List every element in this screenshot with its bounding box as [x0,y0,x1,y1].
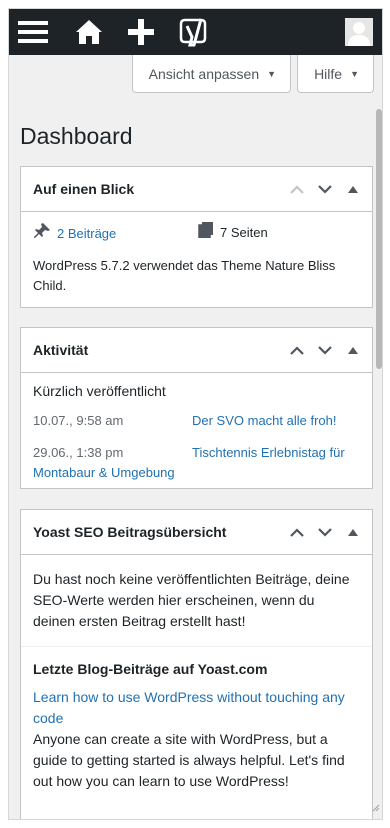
resize-grip-icon[interactable] [370,799,380,817]
collapse-toggle-icon[interactable] [340,337,366,363]
yoast-notice-text: Du hast noch keine veröffentlichten Beit… [21,555,372,647]
home-icon[interactable] [71,9,107,55]
posts-count-link[interactable]: 2 Beiträge [33,222,116,246]
screen-options-button[interactable]: Ansicht anpassen ▼ [131,55,292,93]
blog-post-excerpt: Anyone can create a site with WordPress,… [33,731,345,789]
yoast-icon[interactable] [175,9,211,55]
move-up-icon[interactable] [284,337,310,363]
pin-icon [33,222,51,246]
widget-controls [284,510,366,554]
posts-count: 2 Beiträge [57,226,117,241]
move-up-icon[interactable] [284,519,310,545]
browser-viewport: Ansicht anpassen ▼ Hilfe ▼ Dashboard Auf… [8,8,383,820]
collapse-toggle-icon[interactable] [340,519,366,545]
move-down-icon[interactable] [312,176,338,202]
page-title: Dashboard [20,123,133,149]
glance-counts: 2 Beiträge 7 Seiten [33,212,360,252]
widget-header: Auf einen Blick [21,167,372,212]
list-item: 10.07., 9:58 am Der SVO macht alle froh! [33,411,360,435]
screen-meta-links: Ansicht anpassen ▼ Hilfe ▼ [131,55,374,93]
post-date: 29.06., 1:38 pm [33,445,124,460]
widget-header: Yoast SEO Beitragsübersicht [21,510,372,555]
avatar-icon[interactable] [344,9,374,55]
yoast-widget: Yoast SEO Beitragsübersicht Du hast noch… [20,509,373,819]
glance-widget: Auf einen Blick 2 Beiträge 7 Seiten Word… [20,166,373,308]
collapse-toggle-icon[interactable] [340,176,366,202]
pages-count-link[interactable]: 7 Seiten [198,222,268,244]
list-item: 29.06., 1:38 pm Tischtennis Erlebnistag … [33,443,360,483]
widget-header: Aktivität [21,328,372,373]
post-date: 10.07., 9:58 am [33,413,124,428]
widget-title: Aktivität [33,342,89,358]
menu-icon[interactable] [15,9,51,55]
activity-heading: Kürzlich veröffentlicht [33,383,166,399]
blog-posts-heading: Letzte Blog-Beiträge auf Yoast.com [33,661,268,677]
blog-post-link[interactable]: Learn how to use WordPress without touch… [21,683,372,729]
pages-icon [198,222,214,244]
wordpress-version-text: WordPress 5.7.2 verwendet das Theme Natu… [33,258,336,293]
widget-controls [284,328,366,372]
move-down-icon[interactable] [312,337,338,363]
widget-title: Yoast SEO Beitragsübersicht [33,524,227,540]
activity-widget: Aktivität Kürzlich veröffentlicht 10.07.… [20,327,373,489]
scrollbar-thumb[interactable] [376,109,382,369]
help-label: Hilfe [314,65,343,82]
caret-down-icon: ▼ [267,68,277,79]
widget-controls [284,167,366,211]
move-up-icon[interactable] [284,176,310,202]
move-down-icon[interactable] [312,519,338,545]
help-button[interactable]: Hilfe ▼ [297,55,374,93]
post-link[interactable]: Der SVO macht alle froh! [192,411,337,431]
widget-title: Auf einen Blick [33,181,135,197]
plus-icon[interactable] [123,9,159,55]
caret-down-icon: ▼ [350,68,359,79]
scrollbar-track[interactable] [374,55,382,819]
pages-count: 7 Seiten [220,225,268,240]
screen-options-label: Ansicht anpassen [148,65,260,82]
admin-bar [9,9,382,55]
